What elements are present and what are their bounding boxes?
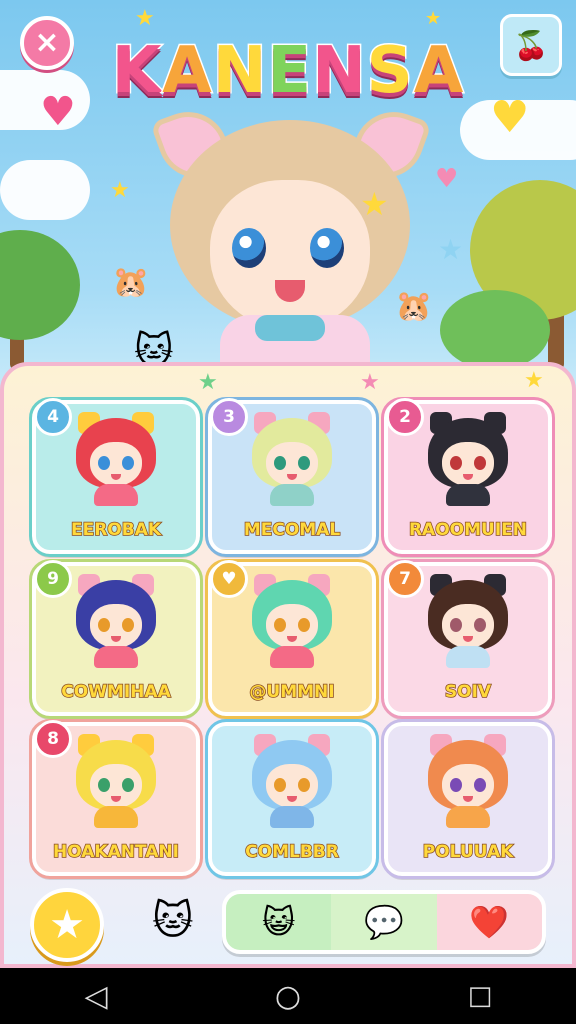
- home-button[interactable]: ○: [258, 976, 318, 1016]
- star-deco-icon: ★: [135, 6, 155, 31]
- character-portrait: [428, 734, 508, 828]
- character-card[interactable]: 9 COWMIHAA: [29, 559, 203, 719]
- character-portrait: [252, 574, 332, 668]
- back-icon: ◁: [84, 978, 108, 1014]
- character-portrait: [428, 412, 508, 506]
- tab-chat[interactable]: 💬: [331, 894, 437, 950]
- character-portrait: [76, 574, 156, 668]
- star-deco-icon: ★: [360, 370, 380, 395]
- title-letter: N: [311, 33, 368, 110]
- card-badge: ♥: [210, 560, 248, 598]
- card-badge: 2: [386, 398, 424, 436]
- star-deco-icon: ★: [110, 178, 130, 203]
- character-name: HOAKANTANI: [52, 841, 179, 863]
- favorite-button[interactable]: ★: [30, 888, 104, 962]
- title-letter: N: [211, 33, 268, 110]
- character-portrait: [76, 412, 156, 506]
- game-title: KANENSA: [0, 33, 576, 110]
- bush-right: [440, 290, 550, 370]
- character-portrait: [252, 412, 332, 506]
- character-name: POLUUAK: [422, 841, 514, 863]
- character-card[interactable]: 3 MECOMAL: [205, 397, 379, 557]
- star-deco-icon: ★: [438, 233, 464, 266]
- character-portrait: [252, 734, 332, 828]
- card-badge: 7: [386, 560, 424, 598]
- character-card[interactable]: 4 EEROBAK: [29, 397, 203, 557]
- character-card[interactable]: 7 SOIV: [381, 559, 555, 719]
- character-name: EEROBAK: [70, 519, 162, 541]
- character-card[interactable]: 2 RAOOMUIEN: [381, 397, 555, 557]
- recents-icon: □: [467, 981, 493, 1011]
- title-letter: S: [365, 33, 414, 110]
- tree-left: [0, 230, 80, 340]
- pet-deco-icon: 🐹: [112, 265, 150, 300]
- character-card[interactable]: ♥ @UMMNI: [205, 559, 379, 719]
- star-deco-icon: ★: [198, 370, 218, 395]
- heart-deco-icon: ♥: [435, 164, 459, 194]
- card-badge: 8: [34, 720, 72, 758]
- card-badge: 3: [210, 398, 248, 436]
- title-letter: K: [110, 33, 163, 110]
- hero-eye: [232, 228, 266, 268]
- character-name: COWMIHAA: [61, 681, 172, 703]
- home-icon: ○: [274, 978, 302, 1014]
- character-name: SOIV: [444, 681, 492, 703]
- card-badge: 4: [34, 398, 72, 436]
- hero-bow: [255, 315, 325, 341]
- star-deco-icon: ★: [524, 368, 544, 393]
- character-portrait: [428, 574, 508, 668]
- character-name: COMLBBR: [244, 841, 339, 863]
- tab-heart[interactable]: ❤️: [436, 894, 542, 950]
- title-letter: A: [412, 33, 465, 110]
- star-icon: ★: [49, 902, 85, 948]
- character-portrait: [76, 734, 156, 828]
- tab-cat[interactable]: 😺: [226, 894, 332, 950]
- star-deco-icon: ★: [425, 8, 442, 29]
- bottom-tab-bar: 😺 💬 ❤️: [222, 890, 546, 954]
- game-screen: ★ ★ ♥ ♥ ♥ ★ ★ 🐹 🐹 🐱 × 🍒 KANENSA ★ ★ ★ ★ …: [0, 0, 576, 968]
- cloud-left-2: [0, 160, 90, 220]
- hero-character: ★: [150, 100, 432, 365]
- cat-mascot-icon: 🐱: [152, 898, 194, 944]
- title-letter: E: [266, 33, 313, 110]
- title-letter: A: [161, 33, 214, 110]
- character-name: MECOMAL: [243, 519, 341, 541]
- character-name: @UMMNI: [249, 681, 336, 703]
- system-nav-bar: ◁ ○ □: [0, 968, 576, 1024]
- character-name: RAOOMUIEN: [408, 519, 528, 541]
- character-card[interactable]: 8 HOAKANTANI: [29, 719, 203, 879]
- hero-eye: [310, 228, 344, 268]
- character-card[interactable]: POLUUAK: [381, 719, 555, 879]
- card-badge: 9: [34, 560, 72, 598]
- character-card[interactable]: COMLBBR: [205, 719, 379, 879]
- recents-button[interactable]: □: [450, 976, 510, 1016]
- back-button[interactable]: ◁: [66, 976, 126, 1016]
- hair-star-icon: ★: [360, 185, 389, 223]
